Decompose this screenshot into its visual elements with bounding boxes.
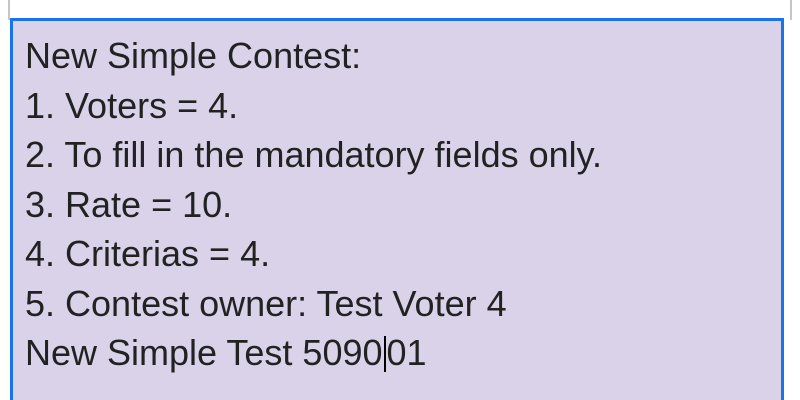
cell-text-line: 3. Rate = 10. (25, 183, 233, 225)
cell-text-line: 4. Criterias = 4. (25, 233, 271, 274)
cell-text-line-editing: New Simple Test 5090 01 (25, 328, 781, 378)
cell-text-line: 5. Contest owner: Test Voter 4 (25, 282, 507, 324)
column-gridline (790, 0, 792, 20)
text-before-caret: New Simple Test 5090 (25, 332, 383, 373)
spreadsheet-view: New Simple Contest: 1. Voters = 4. 2. To… (0, 0, 800, 400)
cell-text-line: 1. Voters = 4. (25, 84, 239, 126)
column-gridline (8, 0, 10, 20)
text-after-caret: 01 (386, 332, 427, 373)
text-caret (383, 336, 386, 372)
cell-text-editor[interactable]: New Simple Contest: 1. Voters = 4. 2. To… (10, 18, 784, 400)
cell-text-line: New Simple Contest: (25, 35, 362, 76)
cell-text-line: 2. To fill in the mandatory fields only. (25, 134, 602, 175)
